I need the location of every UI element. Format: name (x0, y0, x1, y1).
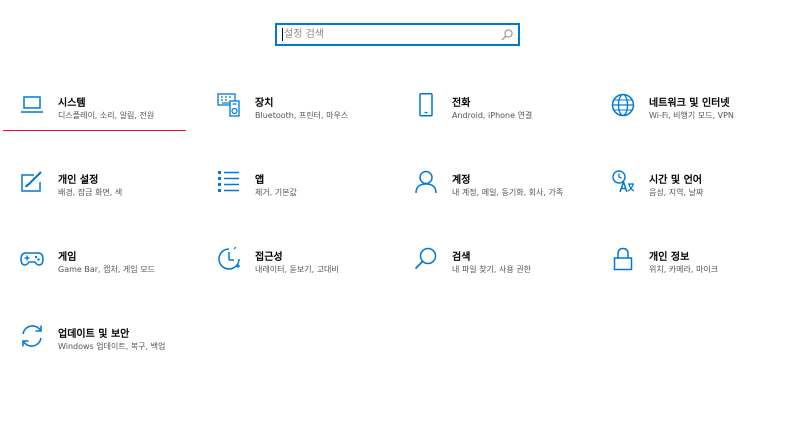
tile-system[interactable]: 시스템 디스플레이, 소리, 알림, 전원 (20, 93, 210, 145)
tile-title: 시간 및 언어 (649, 175, 702, 186)
tile-title: 앱 (255, 175, 265, 186)
tile-description: 제거, 기본값 (255, 188, 297, 197)
tile-accessibility[interactable]: 접근성 내레이터, 돋보기, 고대비 (217, 247, 407, 299)
tile-phone[interactable]: 전화 Android, iPhone 연결 (414, 93, 604, 145)
tile-description: 음성, 지역, 날짜 (649, 188, 704, 197)
tile-title: 네트워크 및 인터넷 (649, 98, 730, 109)
lock-icon (613, 247, 633, 271)
tile-title: 개인 설정 (58, 175, 99, 186)
text-caret (282, 28, 283, 41)
language-icon (612, 170, 635, 193)
tile-title: 검색 (452, 252, 471, 263)
tile-description: 내레이터, 돋보기, 고대비 (255, 265, 339, 274)
tile-title: 장치 (255, 98, 274, 109)
tile-title: 접근성 (255, 252, 283, 263)
focus-underline (3, 130, 186, 131)
tile-title: 게임 (58, 252, 77, 263)
globe-icon (611, 93, 635, 117)
tile-title: 전화 (452, 98, 471, 109)
search-icon (414, 247, 437, 270)
phone-icon (419, 93, 433, 117)
tile-search[interactable]: 검색 내 파일 찾기, 사용 권한 (414, 247, 604, 299)
laptop-icon (21, 96, 43, 113)
tile-description: 내 파일 찾기, 사용 권한 (452, 265, 531, 274)
tile-description: 내 계정, 메일, 동기화, 회사, 가족 (452, 188, 564, 197)
tile-personalization[interactable]: 개인 설정 배경, 잠금 화면, 색 (20, 170, 210, 222)
tile-time-language[interactable]: 시간 및 언어 음성, 지역, 날짜 (611, 170, 800, 222)
search-box[interactable] (275, 23, 520, 46)
person-icon (415, 170, 437, 194)
tile-title: 계정 (452, 175, 471, 186)
paint-brush-icon (21, 171, 42, 192)
settings-home: 시스템 디스플레이, 소리, 알림, 전원 장치 Bluetooth, 프린터,… (0, 0, 800, 447)
tile-privacy[interactable]: 개인 정보 위치, 카메라, 마이크 (611, 247, 800, 299)
tile-accounts[interactable]: 계정 내 계정, 메일, 동기화, 회사, 가족 (414, 170, 604, 222)
tile-devices[interactable]: 장치 Bluetooth, 프린터, 마우스 (217, 93, 407, 145)
tile-title: 업데이트 및 보안 (58, 329, 130, 340)
tile-description: 디스플레이, 소리, 알림, 전원 (58, 111, 155, 120)
tile-description: Android, iPhone 연결 (452, 111, 533, 120)
tile-description: Windows 업데이트, 복구, 백업 (58, 342, 166, 351)
gamepad-icon (20, 252, 44, 266)
accessibility-icon (218, 247, 240, 270)
tile-description: 배경, 잠금 화면, 색 (58, 188, 123, 197)
tile-description: Bluetooth, 프린터, 마우스 (255, 111, 349, 120)
search-magnifier-icon[interactable] (500, 28, 514, 42)
tile-description: Wi-Fi, 비행기 모드, VPN (649, 111, 734, 120)
keyboard-devices-icon (217, 93, 240, 117)
tile-description: Game Bar, 캡처, 게임 모드 (58, 265, 155, 274)
search-input[interactable] (284, 25, 494, 44)
tile-network[interactable]: 네트워크 및 인터넷 Wi-Fi, 비행기 모드, VPN (611, 93, 800, 145)
update-sync-icon (22, 325, 42, 347)
tile-apps[interactable]: 앱 제거, 기본값 (217, 170, 407, 222)
tile-update-security[interactable]: 업데이트 및 보안 Windows 업데이트, 복구, 백업 (20, 324, 210, 376)
apps-list-icon (218, 171, 239, 192)
tile-title: 시스템 (58, 98, 86, 109)
tile-title: 개인 정보 (649, 252, 690, 263)
tile-description: 위치, 카메라, 마이크 (649, 265, 719, 274)
tile-gaming[interactable]: 게임 Game Bar, 캡처, 게임 모드 (20, 247, 210, 299)
